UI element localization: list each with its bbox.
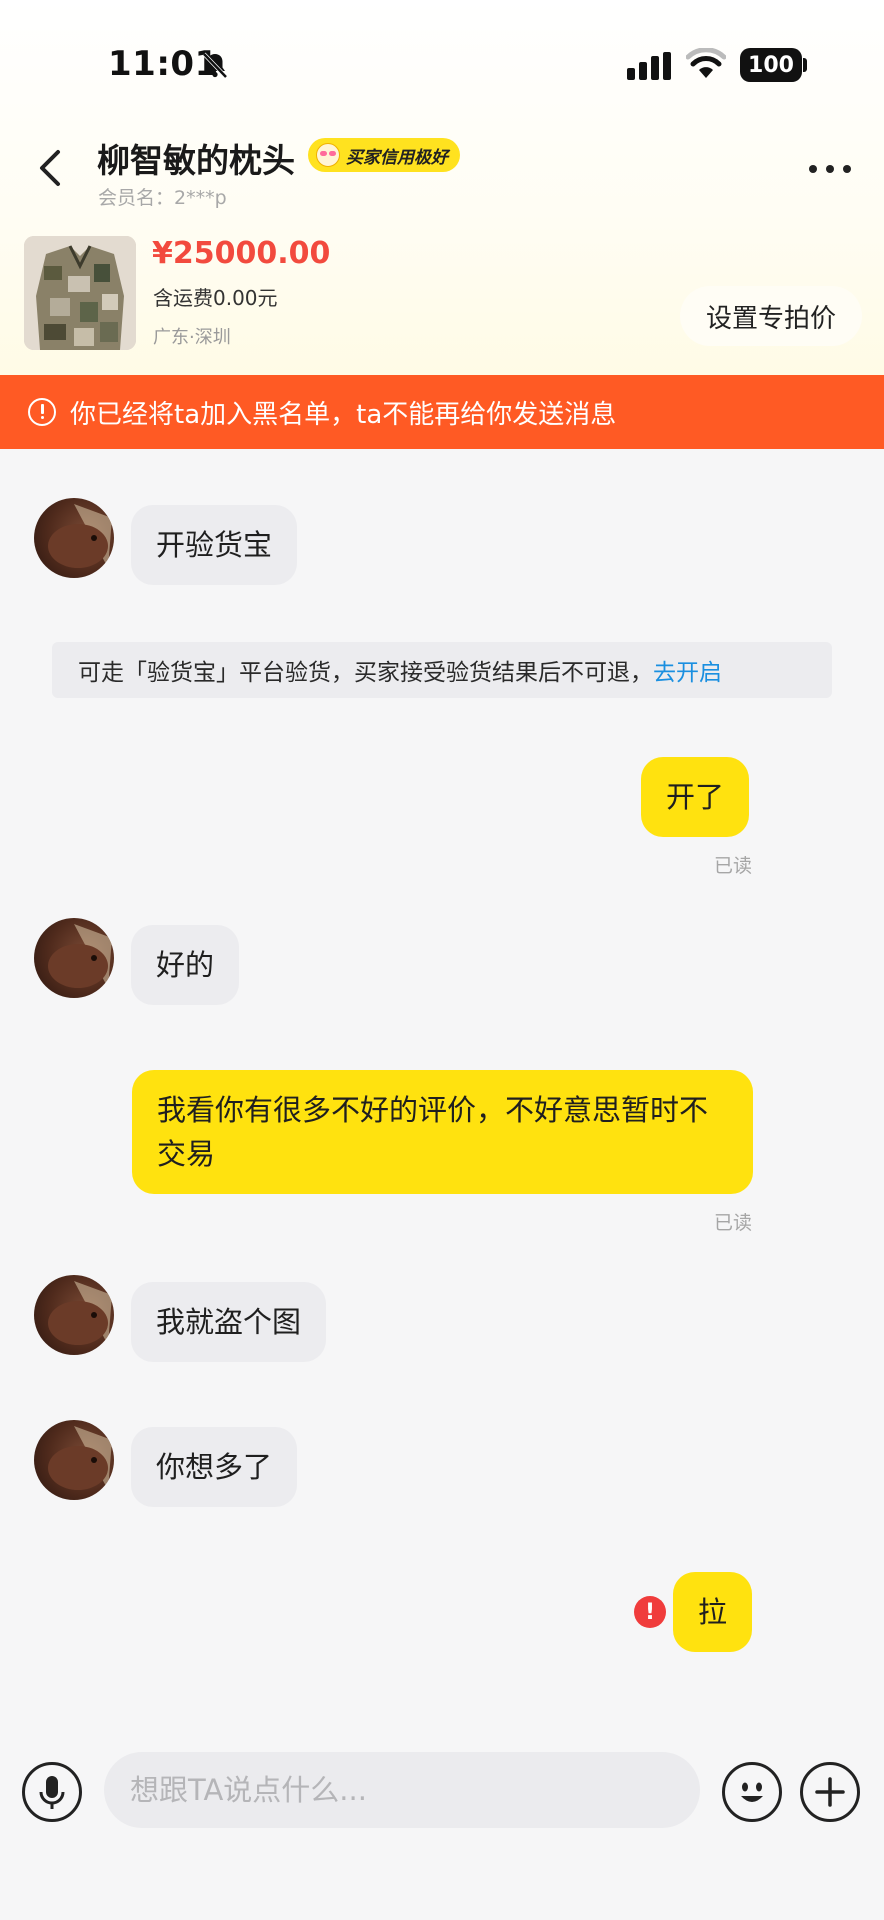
happy-face-icon <box>316 143 340 167</box>
message-bubble-outgoing[interactable]: 拉 <box>673 1572 753 1652</box>
message-bubble-outgoing[interactable]: 我看你有很多不好的评价，不好意思暂时不交易 <box>132 1070 753 1194</box>
emoji-button[interactable] <box>722 1762 782 1822</box>
wifi-icon <box>686 48 726 78</box>
contact-avatar[interactable] <box>34 1420 114 1500</box>
voice-button[interactable] <box>22 1762 82 1822</box>
message-bubble-outgoing[interactable]: 开了 <box>641 757 750 837</box>
cellular-signal-icon <box>627 52 671 80</box>
product-price: ¥25000.00 <box>152 236 331 271</box>
smiley-icon <box>741 1782 763 1802</box>
contact-avatar[interactable] <box>34 918 114 998</box>
message-bubble-incoming[interactable]: 开验货宝 <box>131 505 298 585</box>
message-bubble-incoming[interactable]: 我就盗个图 <box>131 1282 327 1362</box>
read-status: 已读 <box>714 855 753 877</box>
bell-muted-icon <box>202 52 228 79</box>
avatar-image <box>48 1281 112 1345</box>
product-thumbnail[interactable] <box>24 236 136 350</box>
more-options-icon[interactable] <box>808 164 852 174</box>
contact-avatar[interactable] <box>34 1275 114 1355</box>
avatar-image <box>48 504 112 568</box>
product-location: 广东·深圳 <box>153 327 231 348</box>
warning-circle-icon <box>28 398 56 426</box>
blacklist-banner: 你已经将ta加入黑名单，ta不能再给你发送消息 <box>0 375 884 449</box>
camo-jacket-image <box>24 236 136 350</box>
avatar-image <box>48 1426 112 1490</box>
contact-avatar[interactable] <box>34 498 114 578</box>
member-name: 会员名：2***p <box>98 187 227 209</box>
blacklist-banner-text: 你已经将ta加入黑名单，ta不能再给你发送消息 <box>70 399 617 430</box>
message-input[interactable] <box>104 1752 700 1828</box>
send-failed-icon[interactable]: ! <box>634 1596 666 1628</box>
credit-badge: 买家信用极好 <box>308 138 460 172</box>
set-special-price-button[interactable]: 设置专拍价 <box>680 286 862 346</box>
avatar-image <box>48 924 112 988</box>
microphone-icon <box>39 1776 65 1809</box>
credit-badge-label: 买家信用极好 <box>346 147 448 168</box>
battery-cap <box>803 58 807 72</box>
more-actions-button[interactable] <box>800 1762 860 1822</box>
battery-indicator: 100 <box>740 48 802 82</box>
shipping-info: 含运费0.00元 <box>153 286 278 310</box>
system-notice: 可走「验货宝」平台验货，买家接受验货结果后不可退， 去开启 <box>52 642 832 698</box>
read-status: 已读 <box>714 1212 753 1234</box>
plus-icon <box>815 1777 845 1807</box>
enable-inspection-link[interactable]: 去开启 <box>653 653 722 687</box>
page-title: 柳智敏的枕头 <box>97 141 295 180</box>
message-bubble-incoming[interactable]: 你想多了 <box>131 1427 298 1507</box>
message-bubble-incoming[interactable]: 好的 <box>131 925 240 1005</box>
system-notice-text: 可走「验货宝」平台验货，买家接受验货结果后不可退， <box>78 660 653 686</box>
back-arrow-icon[interactable] <box>30 140 70 196</box>
